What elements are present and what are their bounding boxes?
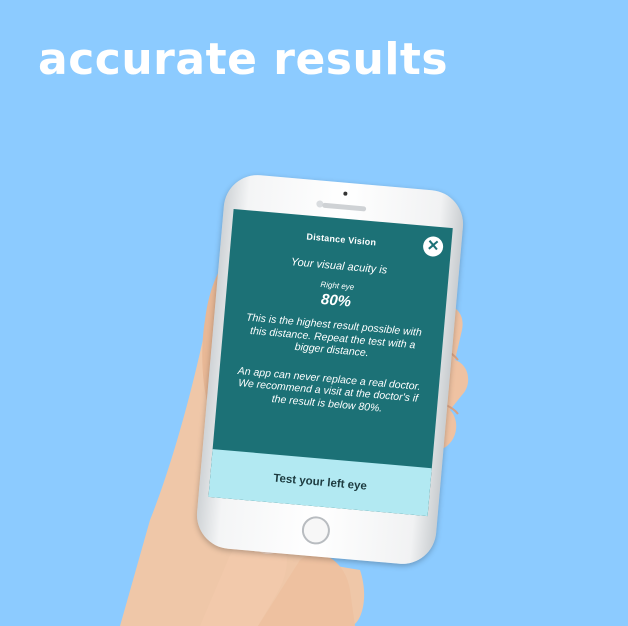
result-note: This is the highest result possible with… xyxy=(245,311,423,360)
test-left-eye-button[interactable]: Test your left eye xyxy=(208,449,432,517)
home-button[interactable] xyxy=(300,515,332,546)
screen-title: Distance Vision xyxy=(306,231,377,248)
phone: Distance Vision ✕ Your visual acuity is … xyxy=(194,172,466,567)
close-icon: ✕ xyxy=(426,237,441,256)
speaker-icon xyxy=(322,202,367,212)
disclaimer-note: An app can never replace a real doctor. … xyxy=(237,364,422,415)
phone-body: Distance Vision ✕ Your visual acuity is … xyxy=(194,172,466,567)
app-screen: Distance Vision ✕ Your visual acuity is … xyxy=(208,208,453,517)
close-button[interactable]: ✕ xyxy=(422,235,444,258)
result-content: Your visual acuity is Right eye 80% This… xyxy=(231,252,435,418)
sensor-icon xyxy=(343,191,348,196)
